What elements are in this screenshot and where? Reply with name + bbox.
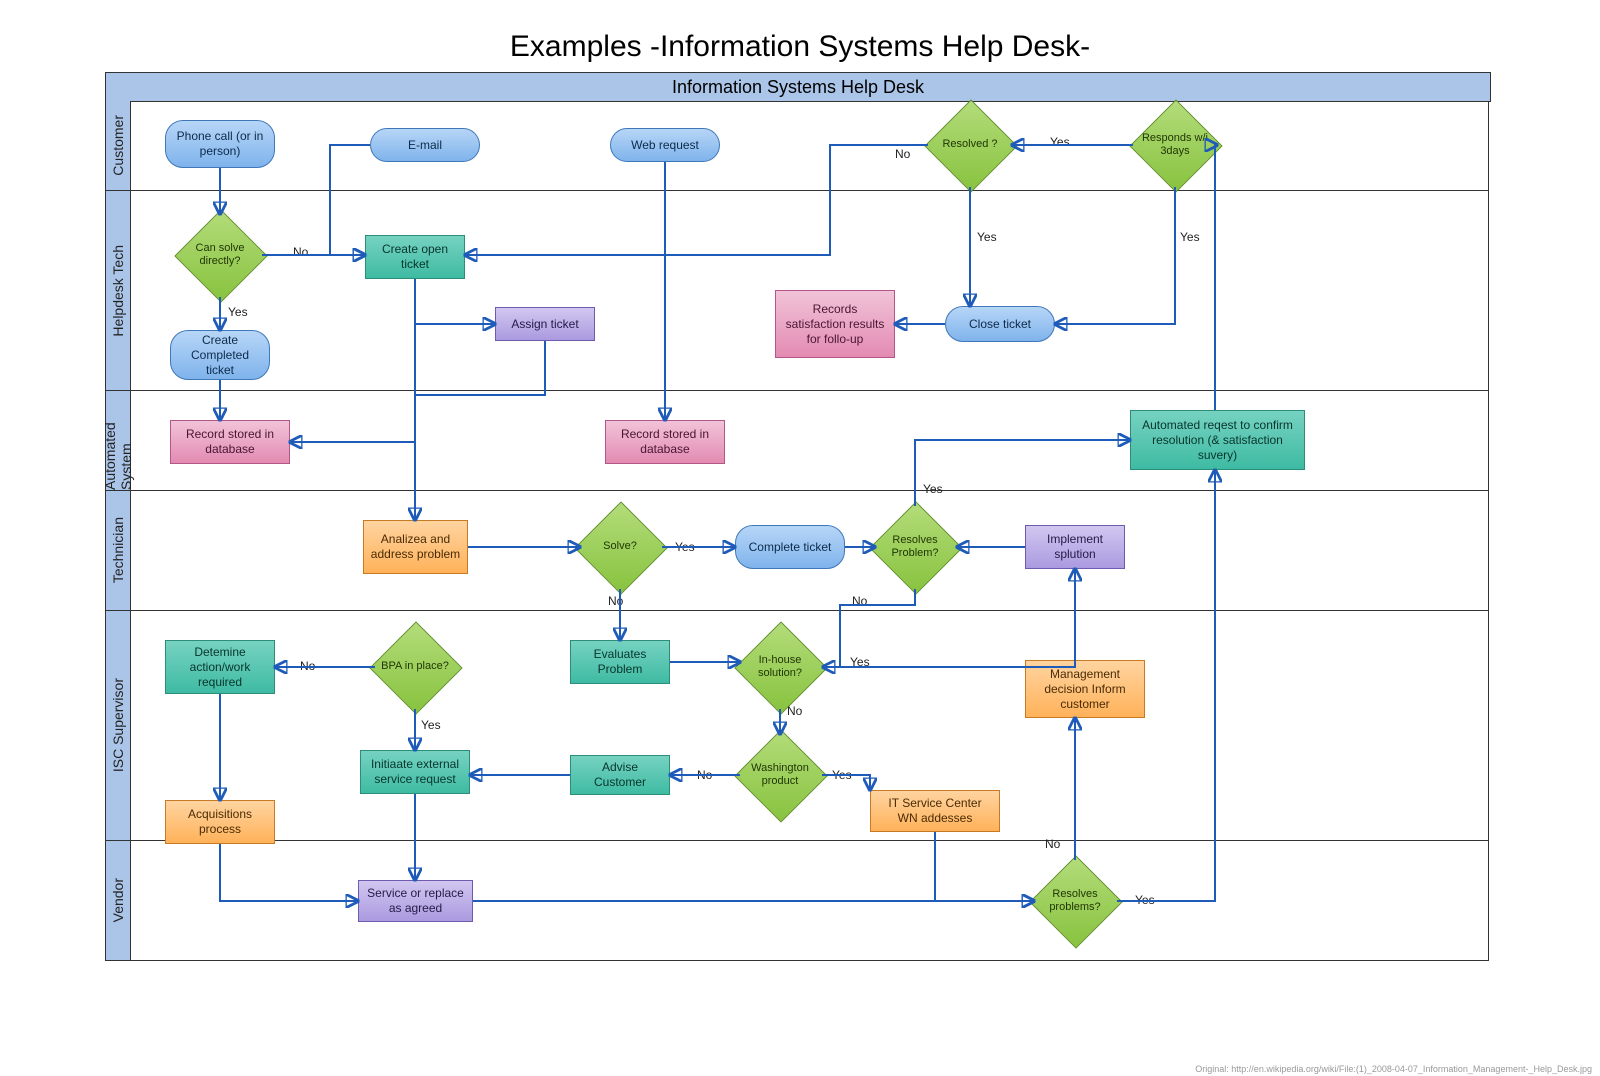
node-auto-request: Automated reqest to confirm resolution (…: [1130, 410, 1305, 470]
label-solve-yes: Yes: [675, 540, 695, 554]
node-determine: Detemine action/work required: [165, 640, 275, 694]
node-assign: Assign ticket: [495, 307, 595, 341]
lane-label-automated: Automated System: [105, 391, 131, 491]
node-responds: Responds w/i 3days: [1130, 100, 1220, 190]
label-inhouse-yes: Yes: [850, 655, 870, 669]
label-resolves-yes: Yes: [923, 482, 943, 496]
node-implement: Implement splution: [1025, 525, 1125, 569]
node-close-ticket: Close ticket: [945, 306, 1055, 342]
node-records-followup: Records satisfaction results for follo-u…: [775, 290, 895, 358]
label-solve-no: No: [608, 594, 623, 608]
node-phone: Phone call (or in person): [165, 120, 275, 168]
label-bpa-no: No: [300, 659, 315, 673]
label-resolves2-yes: Yes: [1135, 893, 1155, 907]
lane-label-vendor: Vendor: [105, 841, 131, 961]
node-record-db1: Record stored in database: [170, 420, 290, 464]
node-service-replace: Service or replace as agreed: [358, 880, 473, 922]
flowchart-page: Examples -Information Systems Help Desk-…: [0, 0, 1600, 1076]
node-resolved: Resolved ?: [925, 100, 1015, 190]
pool-title: Information Systems Help Desk: [105, 72, 1491, 102]
node-resolves-problems2: Resolves problems?: [1030, 856, 1120, 946]
label-resolved-no: No: [895, 147, 910, 161]
node-it-center: IT Service Center WN addesses: [870, 790, 1000, 832]
page-title: Examples -Information Systems Help Desk-: [0, 30, 1600, 64]
node-evaluates: Evaluates Problem: [570, 640, 670, 684]
node-record-db2: Record stored in database: [605, 420, 725, 464]
node-inhouse: In-house solution?: [735, 622, 825, 712]
lane-label-helpdesk: Helpdesk Tech: [105, 191, 131, 391]
node-complete-ticket: Complete ticket: [735, 525, 845, 569]
node-solve: Solve?: [575, 502, 665, 592]
lane-label-supervisor: ISC Supervisor: [105, 611, 131, 841]
label-can-solve-no: No: [293, 245, 308, 259]
node-web: Web request: [610, 128, 720, 162]
node-acquisitions: Acquisitions process: [165, 800, 275, 844]
credit-text: Original: http://en.wikipedia.org/wiki/F…: [1195, 1064, 1592, 1074]
label-resolved-yes: Yes: [1050, 135, 1070, 149]
node-create-open: Create open ticket: [365, 235, 465, 279]
node-bpa: BPA in place?: [370, 622, 460, 712]
label-can-solve-yes: Yes: [228, 305, 248, 319]
label-bpa-yes: Yes: [421, 718, 441, 732]
label-washington-no: No: [697, 768, 712, 782]
lane-label-technician: Technician: [105, 491, 131, 611]
label-inhouse-no: No: [787, 704, 802, 718]
node-analyze: Analizea and address problem: [363, 520, 468, 574]
lane-label-customer: Customer: [105, 101, 131, 191]
node-mgmt: Management decision Inform customer: [1025, 660, 1145, 718]
label-washington-yes: Yes: [832, 768, 852, 782]
node-washington: Washington product: [735, 730, 825, 820]
label-responds-yes: Yes: [1180, 230, 1200, 244]
label-responds-down-yes: Yes: [977, 230, 997, 244]
node-create-completed: Create Completed ticket: [170, 330, 270, 380]
lane-body-customer: [131, 101, 1489, 191]
lane-body-vendor: [131, 841, 1489, 961]
label-resolves-no: No: [852, 594, 867, 608]
node-can-solve: Can solve directly?: [175, 210, 265, 300]
node-resolves-problem: Resolves Problem?: [870, 502, 960, 592]
node-initiate-ext: Initiaate external service request: [360, 750, 470, 794]
node-email: E-mail: [370, 128, 480, 162]
node-advise: Advise Customer: [570, 755, 670, 795]
label-resolves2-no: No: [1045, 837, 1060, 851]
